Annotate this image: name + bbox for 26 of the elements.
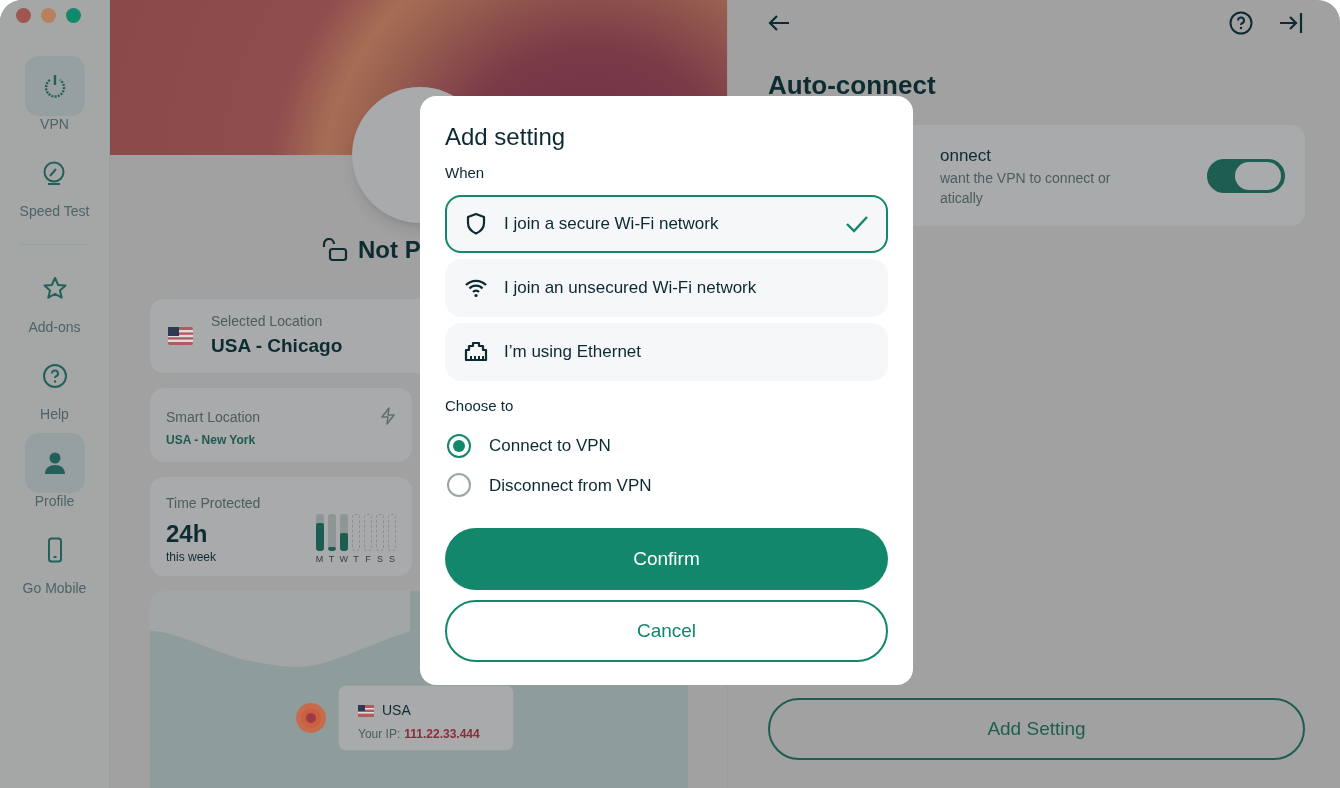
connection-status: Not P <box>358 235 421 265</box>
radio-label: Disconnect from VPN <box>489 474 652 497</box>
day-label: F <box>365 555 371 564</box>
day-label: T <box>328 555 335 564</box>
smart-location-label: Smart Location <box>166 408 261 427</box>
time-protected-caption: this week <box>166 549 218 566</box>
setting-description: want the VPN to connect or atically <box>940 169 1111 209</box>
setting-title: onnect <box>940 144 993 167</box>
when-label: When <box>445 163 486 183</box>
day-label: W <box>339 555 348 564</box>
day-label: S <box>389 555 395 564</box>
time-protected-value: 24h <box>166 520 209 548</box>
selected-location-label: Selected Location <box>211 312 324 332</box>
page-title: Auto-connect <box>768 69 937 102</box>
day-label: S <box>377 555 383 564</box>
ip-label: Your IP: <box>358 726 401 743</box>
dialog-title: Add setting <box>445 122 567 152</box>
day-label: T <box>353 555 359 564</box>
selected-location-value: USA - Chicago <box>211 334 343 359</box>
ip-country: USA <box>382 701 411 720</box>
ip-address: 111.22.33.444 <box>404 726 480 743</box>
smart-location-value: USA - New York <box>166 432 257 449</box>
radio-label: Connect to VPN <box>489 435 611 457</box>
time-protected-label: Time Protected <box>166 494 261 513</box>
choose-label: Choose to <box>445 395 515 416</box>
day-label: M <box>315 555 324 564</box>
